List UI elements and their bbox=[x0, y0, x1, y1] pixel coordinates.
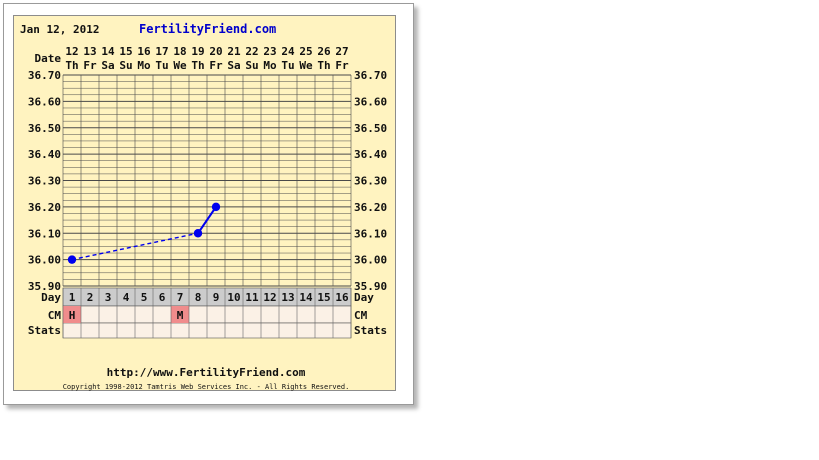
cm-row-label-left: CM bbox=[48, 309, 62, 322]
day-row-label-left: Day bbox=[41, 291, 61, 304]
date-tick: 16 bbox=[137, 45, 151, 58]
cycle-day-tick: 16 bbox=[335, 291, 349, 304]
cycle-day-tick: 13 bbox=[281, 291, 294, 304]
cycle-day-tick: 1 bbox=[69, 291, 76, 304]
date-tick: 24 bbox=[281, 45, 295, 58]
y-tick-right: 36.60 bbox=[354, 95, 387, 108]
date-tick: 18 bbox=[173, 45, 186, 58]
cycle-day-tick: 3 bbox=[105, 291, 112, 304]
y-tick-left: 36.60 bbox=[28, 95, 61, 108]
cycle-day-tick: 11 bbox=[245, 291, 259, 304]
cycle-day-tick: 5 bbox=[141, 291, 148, 304]
temperature-point bbox=[211, 202, 221, 212]
weekday-tick: We bbox=[299, 59, 313, 72]
footer-url: http://www.FertilityFriend.com bbox=[107, 366, 306, 379]
y-tick-left: 36.00 bbox=[28, 254, 61, 267]
y-tick-right: 36.70 bbox=[354, 69, 387, 82]
day-row-label-right: Day bbox=[354, 291, 374, 304]
temperature-point bbox=[67, 255, 77, 264]
cm-marker-label: H bbox=[69, 309, 76, 322]
cycle-day-tick: 2 bbox=[87, 291, 94, 304]
cycle-day-tick: 7 bbox=[177, 291, 184, 304]
weekday-tick: Th bbox=[317, 59, 330, 72]
y-tick-right: 36.20 bbox=[354, 201, 387, 214]
cycle-day-tick: 14 bbox=[299, 291, 313, 304]
y-tick-right: 36.00 bbox=[354, 254, 387, 267]
date-tick: 21 bbox=[227, 45, 241, 58]
stats-row-label-right: Stats bbox=[354, 324, 387, 337]
weekday-tick: Tu bbox=[155, 59, 168, 72]
date-tick: 12 bbox=[65, 45, 78, 58]
weekday-tick: Fr bbox=[209, 59, 223, 72]
date-tick: 25 bbox=[299, 45, 312, 58]
y-tick-left: 36.30 bbox=[28, 175, 61, 188]
date-tick: 19 bbox=[191, 45, 204, 58]
weekday-tick: Sa bbox=[101, 59, 114, 72]
y-tick-left: 36.70 bbox=[28, 69, 61, 82]
cycle-day-tick: 15 bbox=[317, 291, 330, 304]
weekday-tick: We bbox=[173, 59, 187, 72]
date-tick: 13 bbox=[83, 45, 96, 58]
cycle-day-tick: 10 bbox=[227, 291, 240, 304]
y-tick-right: 36.50 bbox=[354, 122, 387, 135]
cycle-day-tick: 9 bbox=[213, 291, 220, 304]
weekday-tick: Fr bbox=[335, 59, 349, 72]
date-tick: 17 bbox=[155, 45, 168, 58]
weekday-tick: Mo bbox=[137, 59, 151, 72]
date-tick: 15 bbox=[119, 45, 132, 58]
fertility-chart: Jan 12, 2012 FertilityFriend.com Date 12… bbox=[20, 22, 387, 391]
cycle-day-tick: 12 bbox=[263, 291, 276, 304]
weekday-tick: Mo bbox=[263, 59, 277, 72]
date-tick: 26 bbox=[317, 45, 331, 58]
cycle-day-tick: 8 bbox=[195, 291, 202, 304]
date-row-label: Date bbox=[35, 52, 62, 65]
y-tick-left: 36.40 bbox=[28, 148, 61, 161]
cm-marker-label: M bbox=[177, 309, 184, 322]
y-tick-left: 36.50 bbox=[28, 122, 61, 135]
weekday-tick: Th bbox=[191, 59, 204, 72]
temperature-point bbox=[193, 229, 203, 238]
temperature-grid bbox=[62, 74, 352, 287]
y-tick-right: 36.40 bbox=[354, 148, 387, 161]
date-tick: 27 bbox=[335, 45, 348, 58]
date-tick: 22 bbox=[245, 45, 258, 58]
footer-copyright: Copyright 1998-2012 Tamtris Web Services… bbox=[63, 383, 350, 391]
weekday-tick: Sa bbox=[227, 59, 240, 72]
chart-date: Jan 12, 2012 bbox=[20, 23, 99, 36]
y-tick-left: 36.20 bbox=[28, 201, 61, 214]
y-tick-right: 36.30 bbox=[354, 175, 387, 188]
weekday-tick: Su bbox=[245, 59, 258, 72]
cycle-day-tick: 4 bbox=[123, 291, 130, 304]
cycle-day-tick: 6 bbox=[159, 291, 166, 304]
brand-title: FertilityFriend.com bbox=[139, 22, 276, 36]
stats-row-label-left: Stats bbox=[28, 324, 61, 337]
y-tick-right: 36.10 bbox=[354, 227, 387, 240]
date-tick: 14 bbox=[101, 45, 115, 58]
y-tick-left: 36.10 bbox=[28, 227, 61, 240]
cm-row-label-right: CM bbox=[354, 309, 368, 322]
weekday-tick: Su bbox=[119, 59, 132, 72]
date-tick: 23 bbox=[263, 45, 276, 58]
weekday-tick: Tu bbox=[281, 59, 294, 72]
weekday-tick: Th bbox=[65, 59, 78, 72]
date-tick: 20 bbox=[209, 45, 222, 58]
weekday-tick: Fr bbox=[83, 59, 97, 72]
